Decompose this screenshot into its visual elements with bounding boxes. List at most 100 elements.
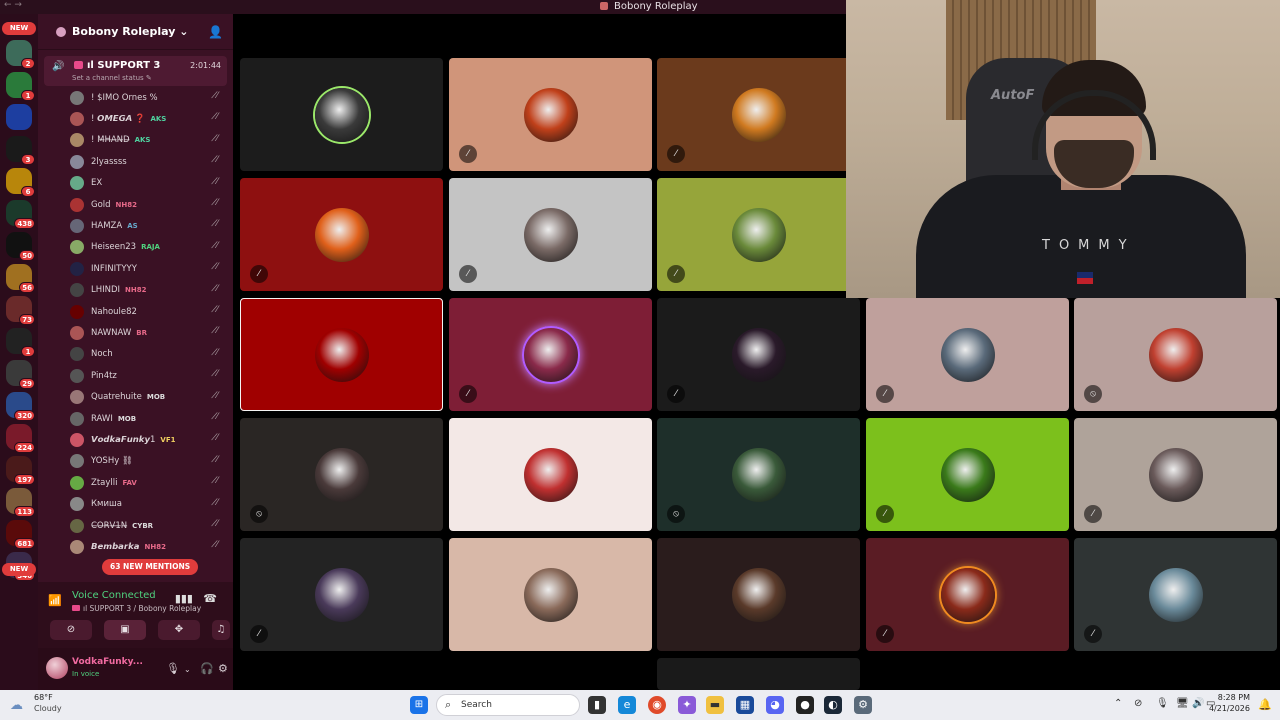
cloud-icon[interactable]: ☁ bbox=[10, 698, 23, 713]
voice-member[interactable]: 𝙑𝙤𝙙𝙠𝙖𝙁𝙪𝙣𝙠𝙮1 VF1 ⁄̸ bbox=[70, 430, 228, 449]
voice-member[interactable]: Кмиша ⁄̸ bbox=[70, 495, 228, 514]
disconnect-icon[interactable]: ☎ bbox=[203, 592, 217, 605]
voice-member[interactable]: Nahoule82 ⁄̸ bbox=[70, 302, 228, 321]
weather-condition[interactable]: Cloudy bbox=[34, 704, 62, 713]
participant-tile[interactable]: ⁄ bbox=[866, 298, 1069, 411]
participant-tile[interactable]: ⁄ bbox=[657, 58, 860, 171]
server-icon[interactable]: 320 bbox=[6, 392, 35, 421]
channel-status-prompt[interactable]: Set a channel status ✎ bbox=[72, 74, 152, 82]
new-unread-pill-bottom[interactable]: NEW bbox=[2, 563, 36, 576]
edge-icon[interactable]: e bbox=[618, 696, 636, 714]
chevron-down-icon[interactable]: ⌄ bbox=[184, 665, 191, 674]
headphones-icon[interactable]: 🎧 bbox=[200, 662, 214, 675]
noise-suppression-icon[interactable]: ▮▮▮ bbox=[175, 592, 193, 605]
notification-bell-icon[interactable]: 🔔 bbox=[1258, 698, 1272, 711]
copilot-icon[interactable]: ✦ bbox=[678, 696, 696, 714]
screen-share-button[interactable]: ▣ bbox=[104, 620, 146, 640]
participant-tile[interactable]: ⁄ bbox=[1074, 538, 1277, 651]
clock-time[interactable]: 8:28 PM bbox=[1218, 693, 1250, 702]
server-icon[interactable]: 50 bbox=[6, 232, 35, 261]
voice-member[interactable]: EX ⁄̸ bbox=[70, 174, 228, 193]
participant-tile[interactable]: ⁄ bbox=[866, 418, 1069, 531]
new-mentions-pill[interactable]: 63 NEW MENTIONS bbox=[102, 559, 199, 575]
participant-tile[interactable] bbox=[449, 418, 652, 531]
network-icon[interactable]: 🖥 bbox=[1176, 698, 1189, 709]
server-icon[interactable] bbox=[6, 104, 32, 130]
voice-member[interactable]: LHINDI NH82 ⁄̸ bbox=[70, 281, 228, 300]
nav-arrows[interactable]: ← → bbox=[4, 0, 22, 10]
participant-tile[interactable]: ⁄ bbox=[449, 298, 652, 411]
server-icon[interactable]: 73 bbox=[6, 296, 35, 325]
participant-tile[interactable]: ⦸ bbox=[657, 418, 860, 531]
voice-member[interactable]: C̶O̶R̶V̶1̶N̶ CYBR ⁄̸ bbox=[70, 516, 228, 535]
voice-member[interactable]: Pin4tz ⁄̸ bbox=[70, 366, 228, 385]
voice-member[interactable]: Ztaylli FAV ⁄̸ bbox=[70, 473, 228, 492]
voice-member[interactable]: ! M̶H̶A̶N̶D̶ AKS ⁄̸ bbox=[70, 131, 228, 150]
voice-member[interactable]: Noch ⁄̸ bbox=[70, 345, 228, 364]
discord-icon[interactable]: ◕ bbox=[766, 696, 784, 714]
server-icon[interactable]: 224 bbox=[6, 424, 35, 453]
voice-member[interactable]: RAWI MOB ⁄̸ bbox=[70, 409, 228, 428]
new-unread-pill[interactable]: NEW bbox=[2, 22, 36, 35]
invite-people-icon[interactable]: 👤 bbox=[208, 25, 223, 39]
store-icon[interactable]: ▦ bbox=[736, 696, 754, 714]
gear-icon[interactable]: ⚙ bbox=[218, 662, 228, 675]
steam-icon[interactable]: ◐ bbox=[824, 696, 842, 714]
signal-icon[interactable]: 📶 bbox=[48, 594, 62, 607]
server-icon[interactable]: 3 bbox=[6, 136, 35, 165]
server-header[interactable]: Bobony Roleplay ⌄ 👤 bbox=[38, 14, 233, 50]
voice-member[interactable]: 2lyassss ⁄̸ bbox=[70, 152, 228, 171]
camera-off-button[interactable]: ⊘ bbox=[50, 620, 92, 640]
participant-tile[interactable]: ⁄ bbox=[866, 538, 1069, 651]
file-explorer-icon[interactable]: ▬ bbox=[706, 696, 724, 714]
participant-tile[interactable]: ⁄ bbox=[657, 298, 860, 411]
chrome-icon[interactable]: ◉ bbox=[648, 696, 666, 714]
mic-tray-icon[interactable]: 🎙 bbox=[1156, 698, 1169, 709]
server-icon[interactable]: 29 bbox=[6, 360, 35, 389]
participant-tile[interactable]: ⦸ bbox=[1074, 298, 1277, 411]
camera-off-tray-icon[interactable]: ⊘ bbox=[1134, 698, 1142, 709]
server-icon[interactable]: 113 bbox=[6, 488, 35, 517]
participant-tile[interactable]: ⁄ bbox=[449, 58, 652, 171]
soundboard-button[interactable]: ♫ bbox=[212, 620, 230, 640]
tray-chevron-icon[interactable]: ⌃ bbox=[1114, 698, 1122, 709]
voice-member[interactable]: Heiseen23 RAJA ⁄̸ bbox=[70, 238, 228, 257]
participant-tile[interactable] bbox=[240, 298, 443, 411]
voice-member[interactable]: ! 𝙊𝙈𝙀𝙂𝘼 ❓ AKS ⁄̸ bbox=[70, 109, 228, 128]
microphone-icon[interactable]: 🎙 bbox=[166, 662, 180, 675]
voice-member[interactable]: ! $IMO Ornes % ⁄̸ bbox=[70, 88, 228, 107]
server-icon[interactable]: 197 bbox=[6, 456, 35, 485]
activities-button[interactable]: ✥ bbox=[158, 620, 200, 640]
voice-member[interactable]: NAWNAW BR ⁄̸ bbox=[70, 323, 228, 342]
taskbar-search[interactable]: ⌕ Search bbox=[436, 694, 580, 716]
voice-member[interactable]: INFINITYYY ⁄̸ bbox=[70, 259, 228, 278]
server-icon[interactable]: 56 bbox=[6, 264, 35, 293]
participant-tile[interactable]: ⁄ bbox=[1074, 418, 1277, 531]
server-icon[interactable]: 2 bbox=[6, 40, 35, 69]
server-icon[interactable]: 681 bbox=[6, 520, 35, 549]
obs-icon[interactable]: ● bbox=[796, 696, 814, 714]
clock-date[interactable]: 4/21/2026 bbox=[1209, 704, 1250, 713]
voice-connected-channel[interactable]: ıl SUPPORT 3 / Bobony Roleplay bbox=[72, 604, 201, 613]
server-icon[interactable]: 6 bbox=[6, 168, 35, 197]
participant-tile[interactable]: ⁄ bbox=[657, 178, 860, 291]
voice-member[interactable]: YOSHy ⛓ ⁄̸ bbox=[70, 452, 228, 471]
volume-icon[interactable]: 🔊 bbox=[1192, 698, 1204, 709]
voice-channel-support-3[interactable]: 🔊 ıl SUPPORT 3 2:01:44 Set a channel sta… bbox=[44, 56, 227, 86]
settings-icon[interactable]: ⚙ bbox=[854, 696, 872, 714]
windows-start-icon[interactable]: ⊞ bbox=[410, 696, 428, 714]
participant-tile[interactable]: ⁄ bbox=[240, 538, 443, 651]
participant-tile[interactable] bbox=[449, 538, 652, 651]
task-view-icon[interactable]: ▮ bbox=[588, 696, 606, 714]
server-icon[interactable]: 1 bbox=[6, 328, 35, 357]
participant-tile[interactable] bbox=[240, 58, 443, 171]
avatar[interactable] bbox=[46, 657, 68, 679]
participant-tile[interactable] bbox=[657, 658, 860, 690]
server-icon[interactable]: 438 bbox=[6, 200, 35, 229]
participant-tile[interactable]: ⦸ bbox=[240, 418, 443, 531]
voice-member[interactable]: HAMZA AS ⁄̸ bbox=[70, 216, 228, 235]
voice-member[interactable]: Gold NH82 ⁄̸ bbox=[70, 195, 228, 214]
weather-temp[interactable]: 68°F bbox=[34, 693, 53, 702]
participant-tile[interactable] bbox=[657, 538, 860, 651]
voice-member[interactable]: Quatrehuite MOB ⁄̸ bbox=[70, 388, 228, 407]
